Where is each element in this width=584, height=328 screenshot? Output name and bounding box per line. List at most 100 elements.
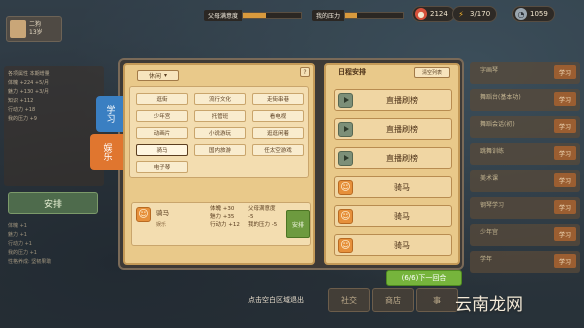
detail-name: 骑马 [156,209,169,217]
play-icon [338,121,353,137]
category-dropdown[interactable]: 休闲 ▾ [137,70,179,81]
course-item[interactable]: 舞蹈台(基本功) 学习 [470,89,580,111]
parent-satisfaction-fill [243,12,267,18]
course-label: 学年 [480,256,493,263]
score-counter[interactable]: ◔ 1059 [512,6,555,22]
arrange-button[interactable]: 安排 [286,210,310,238]
activity-option[interactable]: 骑马 [136,144,188,156]
activity-option[interactable]: 任太空游戏 [252,144,304,156]
slot-label: 骑马 [394,182,410,192]
attribute-line: 体魄 +224 +5/月 [8,80,49,86]
pressure-label: 我的压力 [312,9,345,21]
activity-option[interactable]: 流行文化 [194,93,246,105]
effect-line: 行动力 +12 [210,222,240,228]
activity-detail: ☺ 骑马 娱乐 体魄 +30 魅力 +35 行动力 +12 父母满意度 -5 我的压力 … [131,202,311,246]
avatar [10,20,26,38]
effect-line: 父母满意度 [248,206,276,212]
detail-effects-left: 体魄 +30 魅力 +35 行动力 +12 [210,205,240,229]
schedule-slot[interactable]: 直播刷榜 [334,89,452,111]
help-button[interactable]: ? [300,67,310,77]
schedule-slot[interactable]: ☺ 骑马 [334,176,452,198]
course-label: 跳舞训练 [480,148,505,155]
slot-label: 骑马 [394,240,410,250]
summary-line: 我的压力 +1 [8,250,37,256]
arrange-button-background[interactable]: 安排 [8,192,98,214]
activity-option[interactable]: 看电视 [252,110,304,122]
score-value: 1059 [530,10,548,18]
course-label: 字画琴 [480,67,499,74]
energy-counter[interactable]: ⚡ 3/170 [452,6,498,22]
player-age: 13岁 [29,29,43,36]
dropdown-value: 休闲 [148,73,161,80]
tab-events[interactable]: 事 [416,288,458,312]
detail-effects-right: 父母满意度 -5 我的压力 -5 [248,205,277,229]
course-label: 美术课 [480,175,499,182]
activity-option[interactable]: 电子琴 [136,161,188,173]
attribute-line: 各项属性 本期增量 [8,71,50,77]
course-tag: 学习 [554,92,576,106]
smile-icon: ☺ [338,237,353,253]
schedule-title: 日程安排 [338,68,366,76]
attribute-line: 知识 +112 [8,98,34,104]
schedule-slot[interactable]: 直播刷榜 [334,147,452,169]
smile-icon: ☺ [136,207,151,222]
tab-social[interactable]: 社交 [328,288,370,312]
summary-line: 行动力 +1 [8,241,32,247]
activity-option[interactable]: 少年宫 [136,110,188,122]
play-icon [338,150,353,166]
tab-study[interactable]: 学习 [96,96,124,132]
schedule-slot[interactable]: ☺ 骑马 [334,205,452,227]
play-icon [338,92,353,108]
activity-option[interactable]: 逛街 [136,93,188,105]
activity-option[interactable]: 逛逛闲着 [252,127,304,139]
activity-option[interactable]: 走街串巷 [252,93,304,105]
clock-icon: ◔ [515,8,527,20]
tab-leisure[interactable]: 娱乐 [90,134,124,170]
activity-option[interactable]: 动画片 [136,127,188,139]
lightning-icon: ⚡ [458,9,464,19]
attribute-panel: 各项属性 本期增量 体魄 +224 +5/月 魅力 +130 +3/月 知识 +112… [4,66,104,186]
activity-option[interactable]: 小说游玩 [194,127,246,139]
activity-grid: 逛街 流行文化 走街串巷少年宫 托管班 看电视动画片 小说游玩 逛逛闲着骑马 国内旅游 任太空游… [129,86,309,178]
summary-line: 体魄 +1 [8,223,27,229]
course-tag: 学习 [554,173,576,187]
smile-icon: ☺ [338,208,353,224]
activity-option[interactable]: 托管班 [194,110,246,122]
smile-icon: ☺ [338,179,353,195]
course-item[interactable]: 美术课 学习 [470,170,580,192]
attribute-line: 行动力 +18 [8,107,36,113]
next-round-button[interactable]: (6/6)下一回合 [386,270,462,286]
effect-line: 体魄 +30 [210,206,235,212]
clear-list-button[interactable]: 清空列表 [414,67,450,78]
course-tag: 学习 [554,146,576,160]
player-card[interactable]: 二狗 13岁 [6,16,62,42]
course-tag: 学习 [554,65,576,79]
course-item[interactable]: 少年宫 学习 [470,224,580,246]
schedule-slot[interactable]: ☺ 骑马 [334,234,452,256]
player-name: 二狗 [29,21,42,28]
course-label: 钢琴学习 [480,202,505,209]
schedule-slot[interactable]: 直播刷榜 [334,118,452,140]
course-item[interactable]: 字画琴 学习 [470,62,580,84]
energy-value: 3/170 [470,10,491,18]
coins-counter[interactable]: ● 2124 [412,6,455,22]
summary-line: 性格养成: 坚韧果敢 [8,259,52,265]
course-item[interactable]: 跳舞训练 学习 [470,143,580,165]
pressure-meter: 我的压力 [312,9,405,21]
effect-line: 魅力 +35 [210,214,235,220]
coin-icon: ● [415,8,427,20]
detail-category: 娱乐 [156,222,167,228]
course-item[interactable]: 舞蹈会话(初) 学习 [470,116,580,138]
activity-option[interactable]: 国内旅游 [194,144,246,156]
slot-label: 直播刷榜 [386,124,418,134]
effect-line: 我的压力 -5 [248,222,278,228]
summary-line: 魅力 +1 [8,232,27,238]
course-label: 少年宫 [480,229,499,236]
tab-shop[interactable]: 商店 [372,288,414,312]
slot-label: 直播刷榜 [386,95,418,105]
course-item[interactable]: 学年 学习 [470,251,580,273]
attribute-line: 我的压力 +9 [8,116,37,122]
exit-hint: 点击空白区域退出 [248,296,304,304]
attribute-line: 魅力 +130 +3/月 [8,89,49,95]
course-item[interactable]: 钢琴学习 学习 [470,197,580,219]
